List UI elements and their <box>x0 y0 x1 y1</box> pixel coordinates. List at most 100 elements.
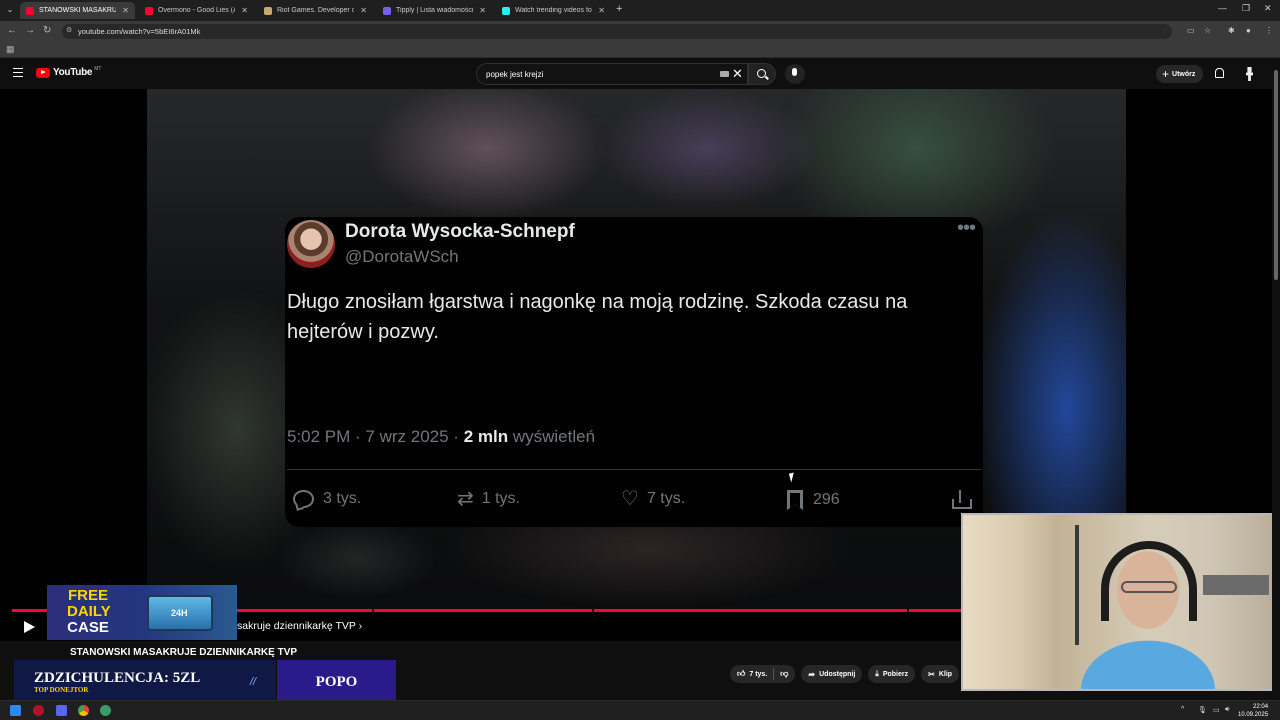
bookmarks-bar: ▦ <box>0 42 1280 58</box>
url-text: youtube.com/watch?v=5bEI6rA01Mk <box>78 27 201 36</box>
notifications-bell-icon[interactable] <box>1215 68 1224 78</box>
site-info-icon[interactable]: ⚙ <box>66 26 72 34</box>
tab-tipply[interactable]: Tipply | Lista wiadomości ✕ <box>377 2 492 19</box>
close-tab-icon[interactable]: ✕ <box>241 6 248 15</box>
youtube-logo[interactable]: YouTube MT <box>36 66 102 78</box>
window-close-icon[interactable]: ✕ <box>1264 3 1272 14</box>
reply-count: 3 tys. <box>323 490 362 507</box>
reply-bubble-icon <box>293 490 314 508</box>
network-icon[interactable]: ▭ <box>1213 706 1220 714</box>
browser-toolbar: ← → ↻ youtube.com/watch?v=5bEI6rA01Mk ⚙ … <box>0 21 1280 42</box>
top-donator-overlay: ZDZICHULENCJA: 5ZL TOP DONEJTOR // <box>14 660 276 704</box>
tab-overmono[interactable]: Overmono - Good Lies (Audio) ✕ <box>139 2 254 19</box>
create-button[interactable]: + Utwórz <box>1156 65 1204 83</box>
chapter-title[interactable]: sakruje dziennikarkę TVP › <box>237 620 362 632</box>
tweet-replies: 3 tys. <box>293 490 361 508</box>
download-label: Pobierz <box>882 670 909 678</box>
menu-hamburger-icon[interactable] <box>13 68 23 77</box>
scrollbar-thumb[interactable] <box>1274 70 1278 280</box>
opera-icon[interactable] <box>33 705 44 716</box>
video-actions: 👍︎ 7 tys. 👎︎ ➦ Udostępnij ⤓ Pobierz ✂ Kl… <box>730 665 960 683</box>
account-avatar[interactable] <box>1243 67 1256 81</box>
retweet-icon: ⇄ <box>457 488 474 510</box>
forward-arrow-icon[interactable]: → <box>25 25 35 36</box>
microphone-icon <box>792 68 797 76</box>
search-input[interactable]: popek jest krejzi ✕ <box>476 63 748 85</box>
new-tab-plus-icon[interactable]: + <box>616 3 622 15</box>
restore-icon[interactable]: ❐ <box>1242 3 1250 14</box>
donator-name: ZDZICHULENCJA: 5ZL <box>34 670 201 686</box>
extensions-icon[interactable]: ✱ <box>1228 26 1235 35</box>
youtube-favicon-icon <box>145 6 153 15</box>
free-daily-case-overlay: FREE DAILY CASE 24H <box>47 585 237 640</box>
clear-search-icon[interactable]: ✕ <box>732 66 743 82</box>
like-dislike-button[interactable]: 👍︎ 7 tys. 👎︎ <box>730 665 796 683</box>
tweet-likes: ♡ 7 tys. <box>621 489 685 509</box>
youtube-favicon-icon <box>26 6 34 15</box>
thumbs-down-icon[interactable]: 👎︎ <box>780 669 795 679</box>
cast-icon[interactable]: ▭ <box>1187 26 1195 35</box>
clock-time: 22:04 <box>1253 704 1269 710</box>
ad-line-1: FREE <box>67 587 108 604</box>
tweet-meta: 5:02 PM · 7 wrz 2025 · 2 mln wyświetleń <box>287 427 595 447</box>
minimize-icon[interactable]: — <box>1218 3 1227 13</box>
tab-label: STANOWSKI MASAKRUJE DZIE... <box>39 7 117 14</box>
tweet-text: Długo znosiłam łgarstwa i nagonkę na moj… <box>287 291 908 343</box>
tab-youtube-video[interactable]: STANOWSKI MASAKRUJE DZIE... ✕ <box>20 2 135 19</box>
screen: ⌄ STANOWSKI MASAKRUJE DZIE... ✕ Overmono… <box>0 0 1280 720</box>
close-tab-icon[interactable]: ✕ <box>360 6 367 15</box>
reload-icon[interactable]: ↻ <box>43 25 51 36</box>
close-tab-icon[interactable]: ✕ <box>122 6 129 15</box>
scissors-icon: ✂ <box>928 669 935 679</box>
play-button-icon[interactable] <box>24 621 35 633</box>
volume-icon[interactable]: 🔊︎ <box>1225 706 1229 714</box>
tweet-divider <box>287 469 981 470</box>
page-scrollbar[interactable] <box>1272 60 1280 700</box>
tray-chevron-icon[interactable]: ^ <box>1181 706 1184 713</box>
apps-grid-icon[interactable]: ▦ <box>6 44 15 55</box>
thumbs-up-icon: 👍︎ <box>737 669 746 678</box>
download-button[interactable]: ⤓ Pobierz <box>868 665 916 683</box>
app-icon[interactable] <box>100 705 111 716</box>
tab-search-icon[interactable]: ⌄ <box>4 4 16 16</box>
tab-tiktok[interactable]: Watch trending videos for you ✕ <box>496 2 611 19</box>
voice-search-button[interactable] <box>785 64 805 84</box>
close-tab-icon[interactable]: ✕ <box>598 6 605 15</box>
tweet-bookmarks: 296 <box>787 490 840 510</box>
share-button[interactable]: ➦ Udostępnij <box>801 665 863 683</box>
tweet-views-label: wyświetleń <box>512 427 596 446</box>
start-windows-icon[interactable] <box>10 705 21 716</box>
keyboard-icon[interactable] <box>720 71 729 77</box>
divider <box>773 668 775 680</box>
tweet-avatar <box>287 220 335 268</box>
browser-menu-icon[interactable]: ⋮ <box>1265 26 1273 35</box>
tab-riot-games[interactable]: Riot Games. Developer of Leag ✕ <box>258 2 373 19</box>
address-bar[interactable]: youtube.com/watch?v=5bEI6rA01Mk <box>62 24 1172 39</box>
tweet-share <box>951 490 972 510</box>
discord-icon[interactable] <box>56 705 67 716</box>
tipply-logo-icon: // <box>250 676 257 688</box>
close-tab-icon[interactable]: ✕ <box>479 6 486 15</box>
chrome-icon[interactable] <box>78 705 89 716</box>
tipply-favicon-icon <box>383 6 391 15</box>
clip-button[interactable]: ✂ Klip <box>921 665 960 683</box>
create-label: Utwórz <box>1172 70 1196 78</box>
tab-label: Riot Games. Developer of Leag <box>277 7 355 14</box>
microphone-tray-icon[interactable]: 🎙︎ <box>1198 706 1207 714</box>
country-code: MT <box>94 66 102 72</box>
streamer-webcam <box>961 513 1275 691</box>
search-button[interactable] <box>748 63 776 85</box>
tweet-author-name: Dorota Wysocka-Schnepf <box>345 221 575 242</box>
chapter-marker <box>592 609 594 612</box>
tweet-views-count: 2 mln <box>463 427 509 446</box>
tweet-time: 5:02 PM · 7 wrz 2025 · <box>287 427 459 446</box>
bookmark-star-icon[interactable]: ☆ <box>1204 26 1211 35</box>
tweet-retweets: ⇄ 1 tys. <box>457 488 520 510</box>
back-arrow-icon[interactable]: ← <box>7 25 17 36</box>
chapter-marker <box>907 609 909 612</box>
profile-icon[interactable]: ● <box>1246 26 1251 35</box>
tiktok-favicon-icon <box>502 6 510 15</box>
clock[interactable]: 22:04 10.09.2025 <box>1238 703 1268 719</box>
bookmark-count: 296 <box>813 491 840 508</box>
donator-label: TOP DONEJTOR <box>34 686 89 694</box>
